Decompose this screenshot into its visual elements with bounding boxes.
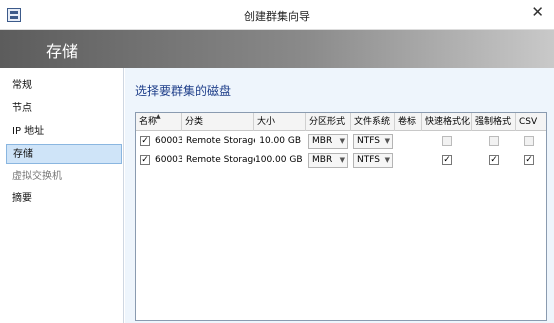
disk-table: ▲ 名称 分类 大小 分区形式 文件系统 卷标 快速格式化 强制格式 CSV ✓… bbox=[135, 112, 547, 321]
window-title: 创建群集向导 bbox=[244, 10, 310, 23]
main-content: 选择要群集的磁盘 ▲ 名称 分类 大小 分区形式 文件系统 卷标 快速格式化 强… bbox=[125, 68, 554, 323]
partition-style-dropdown[interactable]: MBR ▼ bbox=[308, 153, 348, 168]
csv-checkbox[interactable] bbox=[524, 136, 534, 146]
table-header: ▲ 名称 分类 大小 分区形式 文件系统 卷标 快速格式化 强制格式 CSV bbox=[136, 113, 546, 131]
sidebar-item-ip-address[interactable]: IP 地址 bbox=[6, 122, 122, 142]
quick-format-checkbox[interactable]: ✓ bbox=[442, 155, 452, 165]
file-system-dropdown[interactable]: NTFS ▼ bbox=[353, 134, 393, 149]
disk-size: 10.00 GB bbox=[259, 136, 301, 146]
disk-name: 60003 bbox=[155, 155, 182, 165]
quick-format-checkbox[interactable] bbox=[442, 136, 452, 146]
column-header-partition-style[interactable]: 分区形式 bbox=[306, 113, 351, 131]
table-row[interactable]: ✓ 60003 Remote Storage 100.00 GB MBR ▼ NT… bbox=[136, 151, 546, 170]
column-header-quick-format[interactable]: 快速格式化 bbox=[422, 113, 472, 131]
disk-name: 60003 bbox=[155, 136, 182, 146]
disk-category: Remote Storage bbox=[186, 155, 255, 165]
column-header-file-system[interactable]: 文件系统 bbox=[351, 113, 395, 131]
sidebar-item-nodes[interactable]: 节点 bbox=[6, 99, 122, 119]
row-select-checkbox[interactable]: ✓ bbox=[140, 136, 150, 146]
disk-size: 100.00 GB bbox=[255, 155, 303, 165]
column-header-category[interactable]: 分类 bbox=[182, 113, 254, 131]
file-system-dropdown[interactable]: NTFS ▼ bbox=[353, 153, 393, 168]
force-format-checkbox[interactable]: ✓ bbox=[489, 155, 499, 165]
force-format-checkbox[interactable] bbox=[489, 136, 499, 146]
wizard-banner: 存储 bbox=[0, 30, 554, 68]
column-header-name[interactable]: ▲ 名称 bbox=[136, 113, 182, 131]
column-header-csv[interactable]: CSV bbox=[516, 113, 546, 131]
sidebar-item-summary[interactable]: 摘要 bbox=[6, 189, 122, 209]
csv-checkbox[interactable]: ✓ bbox=[524, 155, 534, 165]
sidebar-item-storage[interactable]: 存储 bbox=[6, 144, 122, 164]
sidebar-item-virtual-switch[interactable]: 虚拟交换机 bbox=[6, 167, 122, 187]
column-header-force-format[interactable]: 强制格式 bbox=[472, 113, 516, 131]
column-header-volume-label[interactable]: 卷标 bbox=[395, 113, 422, 131]
close-icon[interactable]: ✕ bbox=[531, 5, 544, 20]
row-select-checkbox[interactable]: ✓ bbox=[140, 155, 150, 165]
chevron-down-icon: ▼ bbox=[339, 137, 345, 145]
column-header-size[interactable]: 大小 bbox=[254, 113, 306, 131]
partition-style-dropdown[interactable]: MBR ▼ bbox=[308, 134, 348, 149]
chevron-down-icon: ▼ bbox=[384, 156, 390, 164]
chevron-down-icon: ▼ bbox=[339, 156, 345, 164]
page-heading: 选择要群集的磁盘 bbox=[135, 84, 232, 98]
title-bar: 创建群集向导 ✕ bbox=[0, 0, 554, 30]
wizard-steps-sidebar: 常规 节点 IP 地址 存储 虚拟交换机 摘要 bbox=[0, 68, 124, 323]
chevron-down-icon: ▼ bbox=[384, 137, 390, 145]
table-row[interactable]: ✓ 60003 Remote Storage 10.00 GB MBR ▼ NTF… bbox=[136, 132, 546, 151]
disk-category: Remote Storage bbox=[186, 136, 255, 146]
sidebar-item-general[interactable]: 常规 bbox=[6, 76, 122, 96]
sort-ascending-icon: ▲ bbox=[156, 113, 161, 120]
banner-title: 存储 bbox=[46, 42, 79, 61]
